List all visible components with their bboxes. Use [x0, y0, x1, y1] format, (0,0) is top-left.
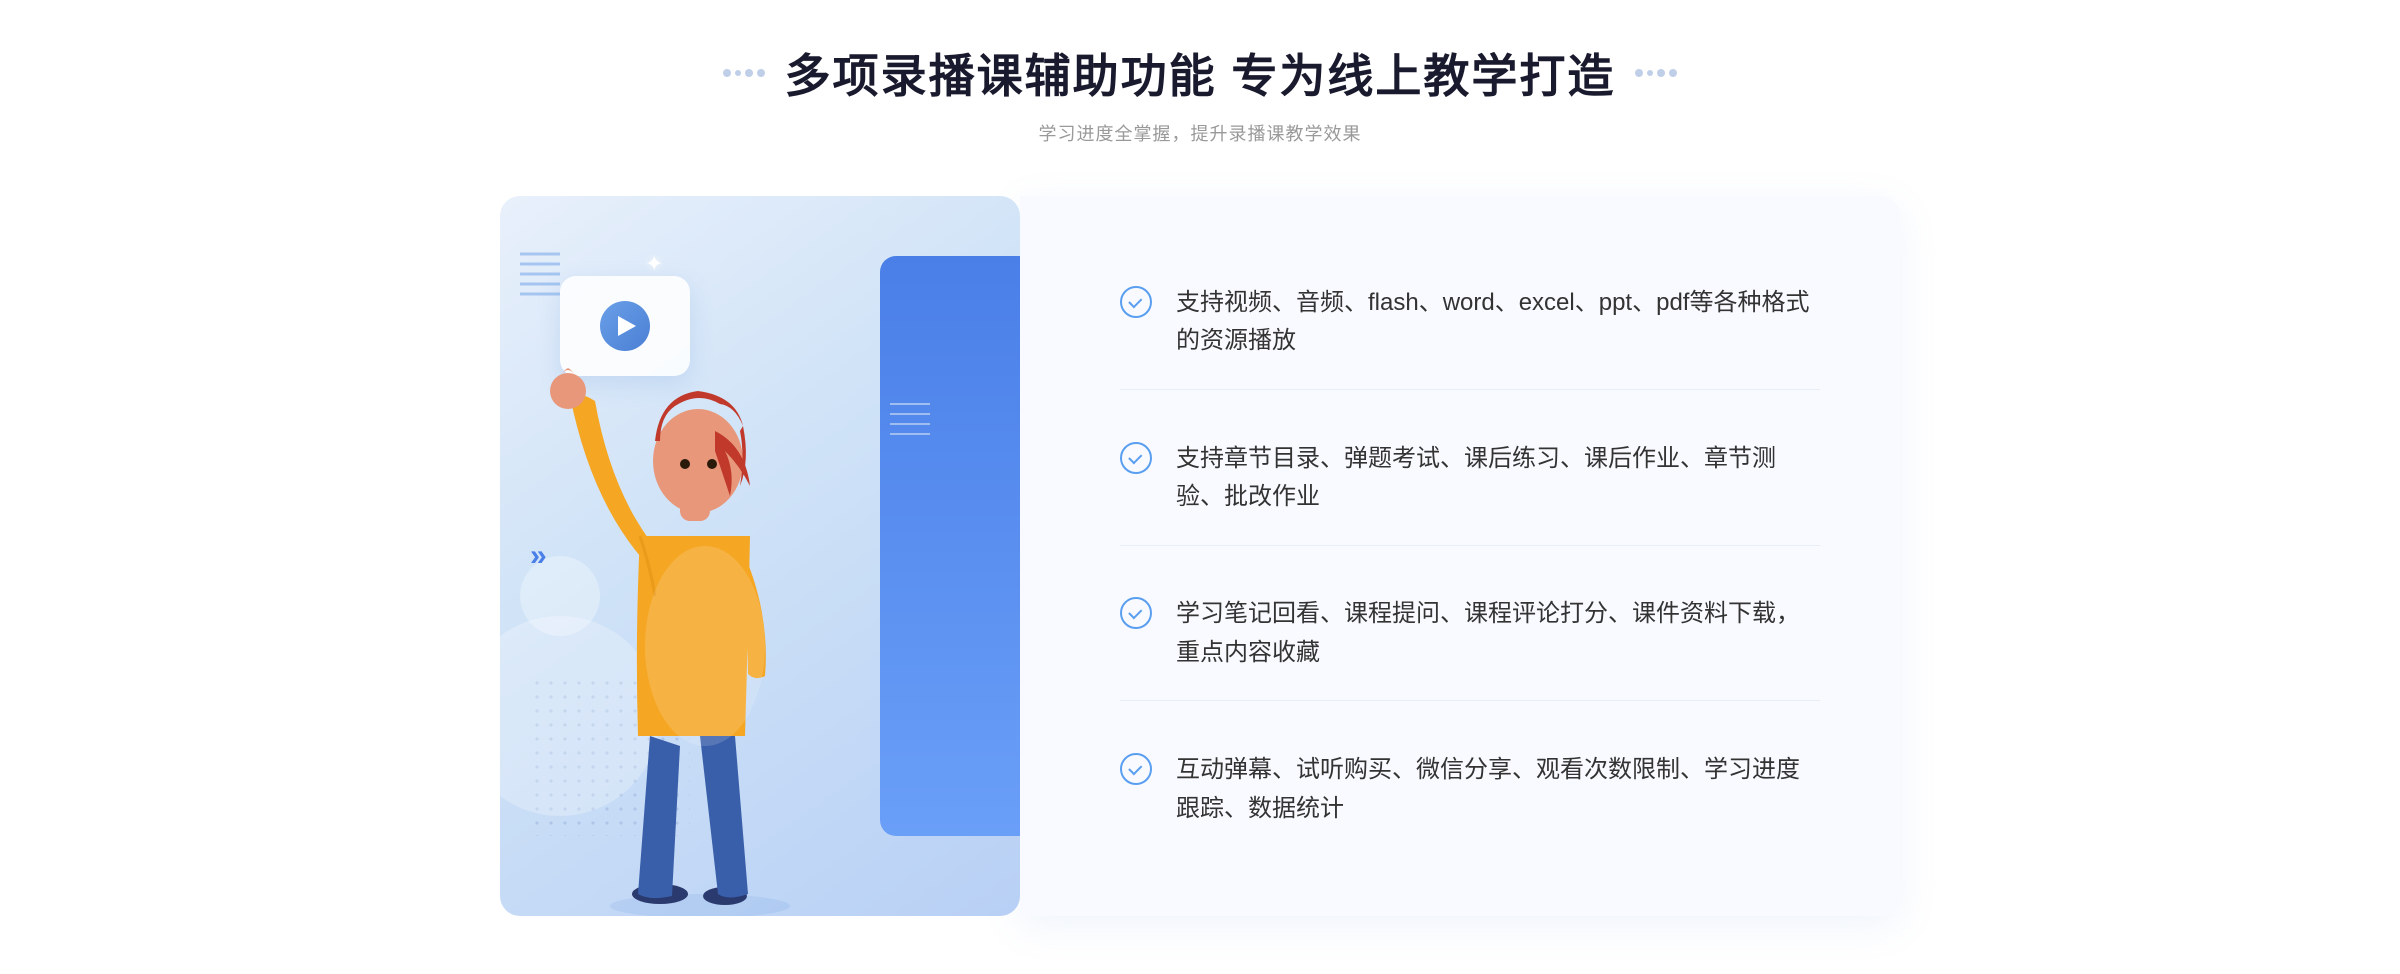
page-container: 多项录播课辅助功能 专为线上教学打造 学习进度全掌握，提升录播课教学效果	[0, 40, 2400, 916]
feature-item-4: 互动弹幕、试听购买、微信分享、观看次数限制、学习进度跟踪、数据统计	[1120, 723, 1820, 856]
page-subtitle: 学习进度全掌握，提升录播课教学效果	[1039, 120, 1362, 146]
left-dots-decoration	[723, 69, 765, 77]
sparkle-decoration: ✦	[645, 251, 663, 277]
check-icon-3	[1120, 597, 1152, 629]
check-circle-3	[1120, 597, 1152, 629]
feature-item-2: 支持章节目录、弹题考试、课后练习、课后作业、章节测验、批改作业	[1120, 412, 1820, 546]
check-circle-4	[1120, 753, 1152, 785]
check-circle-2	[1120, 442, 1152, 474]
features-panel: 支持视频、音频、flash、word、excel、ppt、pdf等各种格式的资源…	[1020, 196, 1900, 916]
check-icon-4	[1120, 753, 1152, 785]
feature-item-1: 支持视频、音频、flash、word、excel、ppt、pdf等各种格式的资源…	[1120, 256, 1820, 390]
chevron-icon: »	[530, 541, 547, 571]
check-circle-1	[1120, 286, 1152, 318]
feature-text-2: 支持章节目录、弹题考试、课后练习、课后作业、章节测验、批改作业	[1176, 440, 1820, 517]
person-illustration	[550, 296, 850, 916]
deco-lines-inner	[890, 396, 940, 466]
content-section: ✦	[500, 196, 1900, 916]
blue-accent-panel	[880, 256, 1020, 836]
header-section: 多项录播课辅助功能 专为线上教学打造 学习进度全掌握，提升录播课教学效果	[0, 40, 2400, 146]
page-title: 多项录播课辅助功能 专为线上教学打造	[785, 40, 1616, 106]
feature-text-1: 支持视频、音频、flash、word、excel、ppt、pdf等各种格式的资源…	[1176, 284, 1820, 361]
check-icon-2	[1120, 442, 1152, 474]
page-nav-left: »	[530, 541, 547, 571]
feature-item-3: 学习笔记回看、课程提问、课程评论打分、课件资料下载，重点内容收藏	[1120, 567, 1820, 701]
feature-text-4: 互动弹幕、试听购买、微信分享、观看次数限制、学习进度跟踪、数据统计	[1176, 751, 1820, 828]
title-row: 多项录播课辅助功能 专为线上教学打造	[723, 40, 1678, 106]
right-dots-decoration	[1635, 69, 1677, 77]
feature-text-3: 学习笔记回看、课程提问、课程评论打分、课件资料下载，重点内容收藏	[1176, 595, 1820, 672]
illustration-panel: ✦	[500, 196, 1020, 916]
check-icon-1	[1120, 286, 1152, 318]
